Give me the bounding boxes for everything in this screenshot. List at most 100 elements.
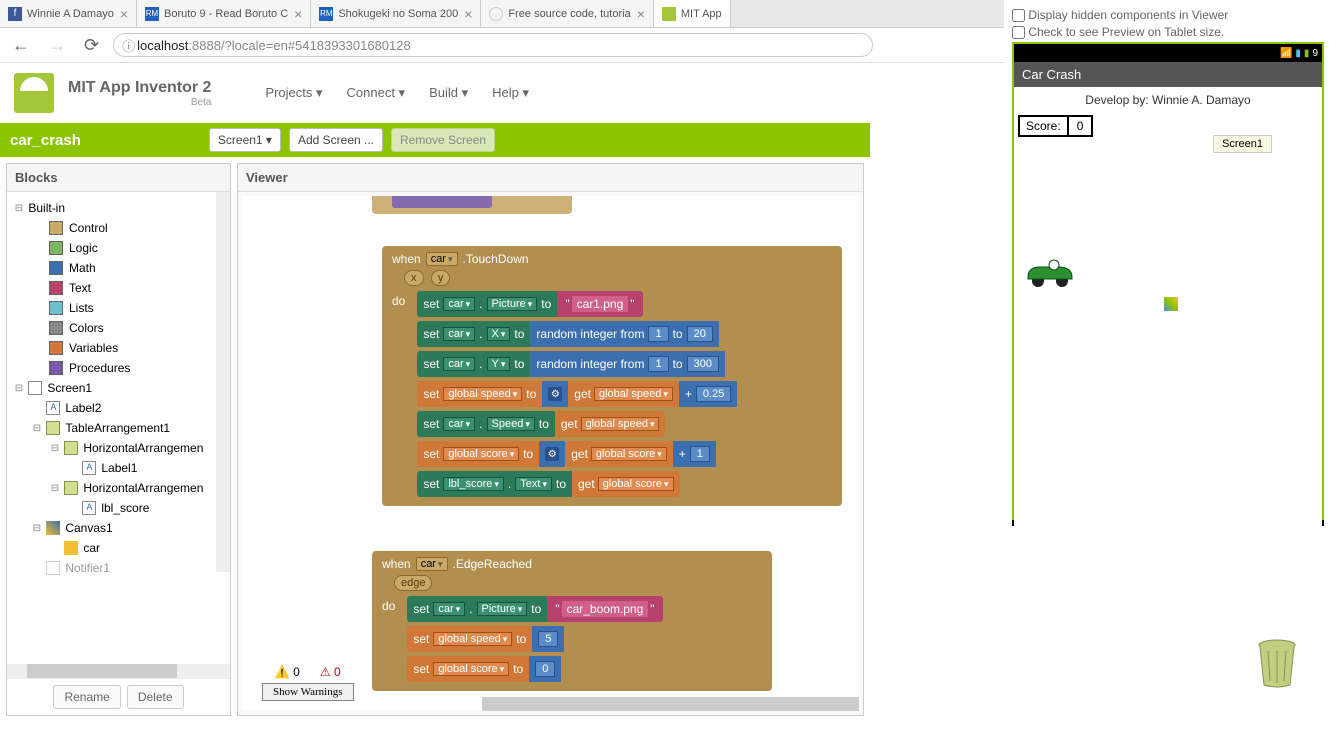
param-x[interactable]: x — [404, 270, 424, 286]
tree-component[interactable]: car — [7, 538, 230, 558]
scrollbar-horizontal[interactable] — [7, 664, 230, 678]
block-row[interactable]: setcar.Speedtogetglobal speed — [417, 410, 737, 438]
tree-builtin[interactable]: ⊟ Built-in — [7, 198, 230, 218]
app-logo — [14, 73, 54, 113]
close-icon[interactable]: × — [637, 6, 645, 22]
block-row[interactable]: setglobal speedto⚙getglobal speed+0.25 — [417, 380, 737, 408]
when-edgereached-block[interactable]: when car .EdgeReached edge do setcar.Pic… — [372, 551, 772, 691]
project-toolbar: car_crash Screen1 ▾ Add Screen ... Remov… — [0, 123, 870, 157]
tree-component[interactable]: ⊟ Screen1 — [7, 378, 230, 398]
forward-button[interactable]: → — [44, 33, 70, 58]
warnings-area: ⚠️ 0 ⚠ 0 Show Warnings — [262, 665, 354, 701]
preview-screen: Develop by: Winnie A. Damayo Score: 0 Sc… — [1014, 87, 1322, 527]
scrollbar-vertical[interactable] — [216, 192, 230, 572]
menu-projects[interactable]: Projects ▾ — [265, 85, 322, 101]
block-row[interactable]: setglobal scoreto⚙getglobal score+1 — [417, 440, 737, 468]
battery-icon: ▮ — [1304, 48, 1310, 59]
block-fragment[interactable] — [372, 196, 572, 214]
preview-pane: Display hidden components in Viewer Chec… — [1004, 0, 1344, 733]
signal-icon: ▮ — [1295, 48, 1301, 59]
blocks-canvas[interactable]: when car .TouchDown x y do setcar.Pictur… — [242, 196, 859, 711]
delete-button[interactable]: Delete — [127, 685, 184, 709]
subject-dropdown[interactable]: car — [416, 557, 448, 571]
subject-dropdown[interactable]: car — [426, 252, 458, 266]
close-icon[interactable]: × — [294, 6, 302, 22]
car-sprite — [1024, 257, 1076, 294]
warning-red: ⚠ 0 — [320, 665, 341, 679]
block-row[interactable]: setcar.Xtorandom integer from1to20 — [417, 320, 737, 348]
phone-status-bar: 📶 ▮ ▮ 9 — [1014, 44, 1322, 62]
when-touchdown-block[interactable]: when car .TouchDown x y do setcar.Pictur… — [382, 246, 842, 506]
screen1-tooltip: Screen1 — [1213, 135, 1272, 153]
favicon-rm: RM — [145, 7, 159, 21]
favicon-fb: f — [8, 7, 22, 21]
browser-tab[interactable]: RMBoruto 9 - Read Boruto C× — [137, 0, 311, 27]
placeholder-image — [1164, 297, 1178, 311]
tree-builtin-colors[interactable]: Colors — [7, 318, 230, 338]
tree-component[interactable]: ⊟ TableArrangement1 — [7, 418, 230, 438]
tree-component[interactable]: ⊟ HorizontalArrangemen — [7, 478, 230, 498]
tree-builtin-variables[interactable]: Variables — [7, 338, 230, 358]
reload-button[interactable]: ⟳ — [80, 33, 103, 58]
param-y[interactable]: y — [431, 270, 451, 286]
warning-yellow: ⚠️ 0 — [275, 665, 300, 679]
app-title: MIT App Inventor 2Beta — [68, 79, 211, 108]
block-row[interactable]: setlbl_score.Texttogetglobal score — [417, 470, 737, 498]
favicon-ai — [662, 7, 676, 21]
add-screen-button[interactable]: Add Screen ... — [289, 128, 383, 152]
favicon-g — [489, 7, 503, 21]
browser-tab[interactable]: MIT App — [654, 0, 731, 27]
tree-builtin-math[interactable]: Math — [7, 258, 230, 278]
chk-hidden-components[interactable]: Display hidden components in Viewer — [1012, 8, 1336, 22]
block-row[interactable]: setcar.Pictureto"car_boom.png" — [407, 595, 662, 623]
viewer-panel: Viewer when car .TouchDown x y do setcar… — [237, 163, 864, 716]
tree-component[interactable]: ⊟ HorizontalArrangemen — [7, 438, 230, 458]
menu-help[interactable]: Help ▾ — [492, 85, 529, 101]
menu-build[interactable]: Build ▾ — [429, 85, 468, 101]
tree-component[interactable]: ALabel2 — [7, 398, 230, 418]
info-icon: ⓘ — [122, 36, 135, 55]
block-row[interactable]: setcar.Pictureto"car1.png" — [417, 290, 737, 318]
blocks-tree[interactable]: ⊟ Built-in ControlLogicMathTextListsColo… — [7, 192, 230, 664]
close-icon[interactable]: × — [464, 6, 472, 22]
back-button[interactable]: ← — [8, 33, 34, 58]
tree-component[interactable]: Notifier1 — [7, 558, 230, 578]
tree-component[interactable]: ⊟ Canvas1 — [7, 518, 230, 538]
browser-tab[interactable]: Free source code, tutoria× — [481, 0, 653, 27]
tree-builtin-lists[interactable]: Lists — [7, 298, 230, 318]
viewer-header: Viewer — [238, 164, 863, 192]
viewer-h-scrollbar[interactable] — [482, 697, 849, 711]
favicon-rm: RM — [319, 7, 333, 21]
block-row[interactable]: setglobal scoreto0 — [407, 655, 662, 683]
blocks-panel: Blocks ⊟ Built-in ControlLogicMathTextLi… — [6, 163, 231, 716]
score-box: Score: 0 — [1018, 115, 1093, 137]
workspace: Blocks ⊟ Built-in ControlLogicMathTextLi… — [0, 157, 870, 722]
trash-icon[interactable] — [1254, 637, 1300, 689]
phone-preview: 📶 ▮ ▮ 9 Car Crash Develop by: Winnie A. … — [1012, 42, 1324, 520]
project-name: car_crash — [10, 132, 81, 149]
menu-connect[interactable]: Connect ▾ — [347, 85, 406, 101]
panel-buttons: Rename Delete — [7, 678, 230, 715]
chk-tablet-preview[interactable]: Check to see Preview on Tablet size. — [1012, 25, 1336, 39]
url-bar[interactable]: ⓘ localhost:8888/?locale=en#541839330168… — [113, 33, 873, 57]
wifi-icon: 📶 — [1280, 48, 1292, 59]
tree-component[interactable]: Albl_score — [7, 498, 230, 518]
screen-selector[interactable]: Screen1 ▾ — [209, 128, 281, 152]
main-menu: Projects ▾ Connect ▾ Build ▾ Help ▾ — [265, 85, 529, 101]
rename-button[interactable]: Rename — [53, 685, 120, 709]
develop-by-label: Develop by: Winnie A. Damayo — [1014, 87, 1322, 113]
block-row[interactable]: setglobal speedto5 — [407, 625, 662, 653]
param-edge[interactable]: edge — [394, 575, 432, 591]
blocks-panel-header: Blocks — [7, 164, 230, 192]
remove-screen-button[interactable]: Remove Screen — [391, 128, 495, 152]
browser-tab[interactable]: RMShokugeki no Soma 200× — [311, 0, 481, 27]
tree-builtin-text[interactable]: Text — [7, 278, 230, 298]
block-row[interactable]: setcar.Ytorandom integer from1to300 — [417, 350, 737, 378]
browser-tab[interactable]: fWinnie A Damayo× — [0, 0, 137, 27]
tree-builtin-logic[interactable]: Logic — [7, 238, 230, 258]
tree-component[interactable]: ALabel1 — [7, 458, 230, 478]
tree-builtin-procedures[interactable]: Procedures — [7, 358, 230, 378]
show-warnings-button[interactable]: Show Warnings — [262, 683, 354, 701]
tree-builtin-control[interactable]: Control — [7, 218, 230, 238]
close-icon[interactable]: × — [120, 6, 128, 22]
